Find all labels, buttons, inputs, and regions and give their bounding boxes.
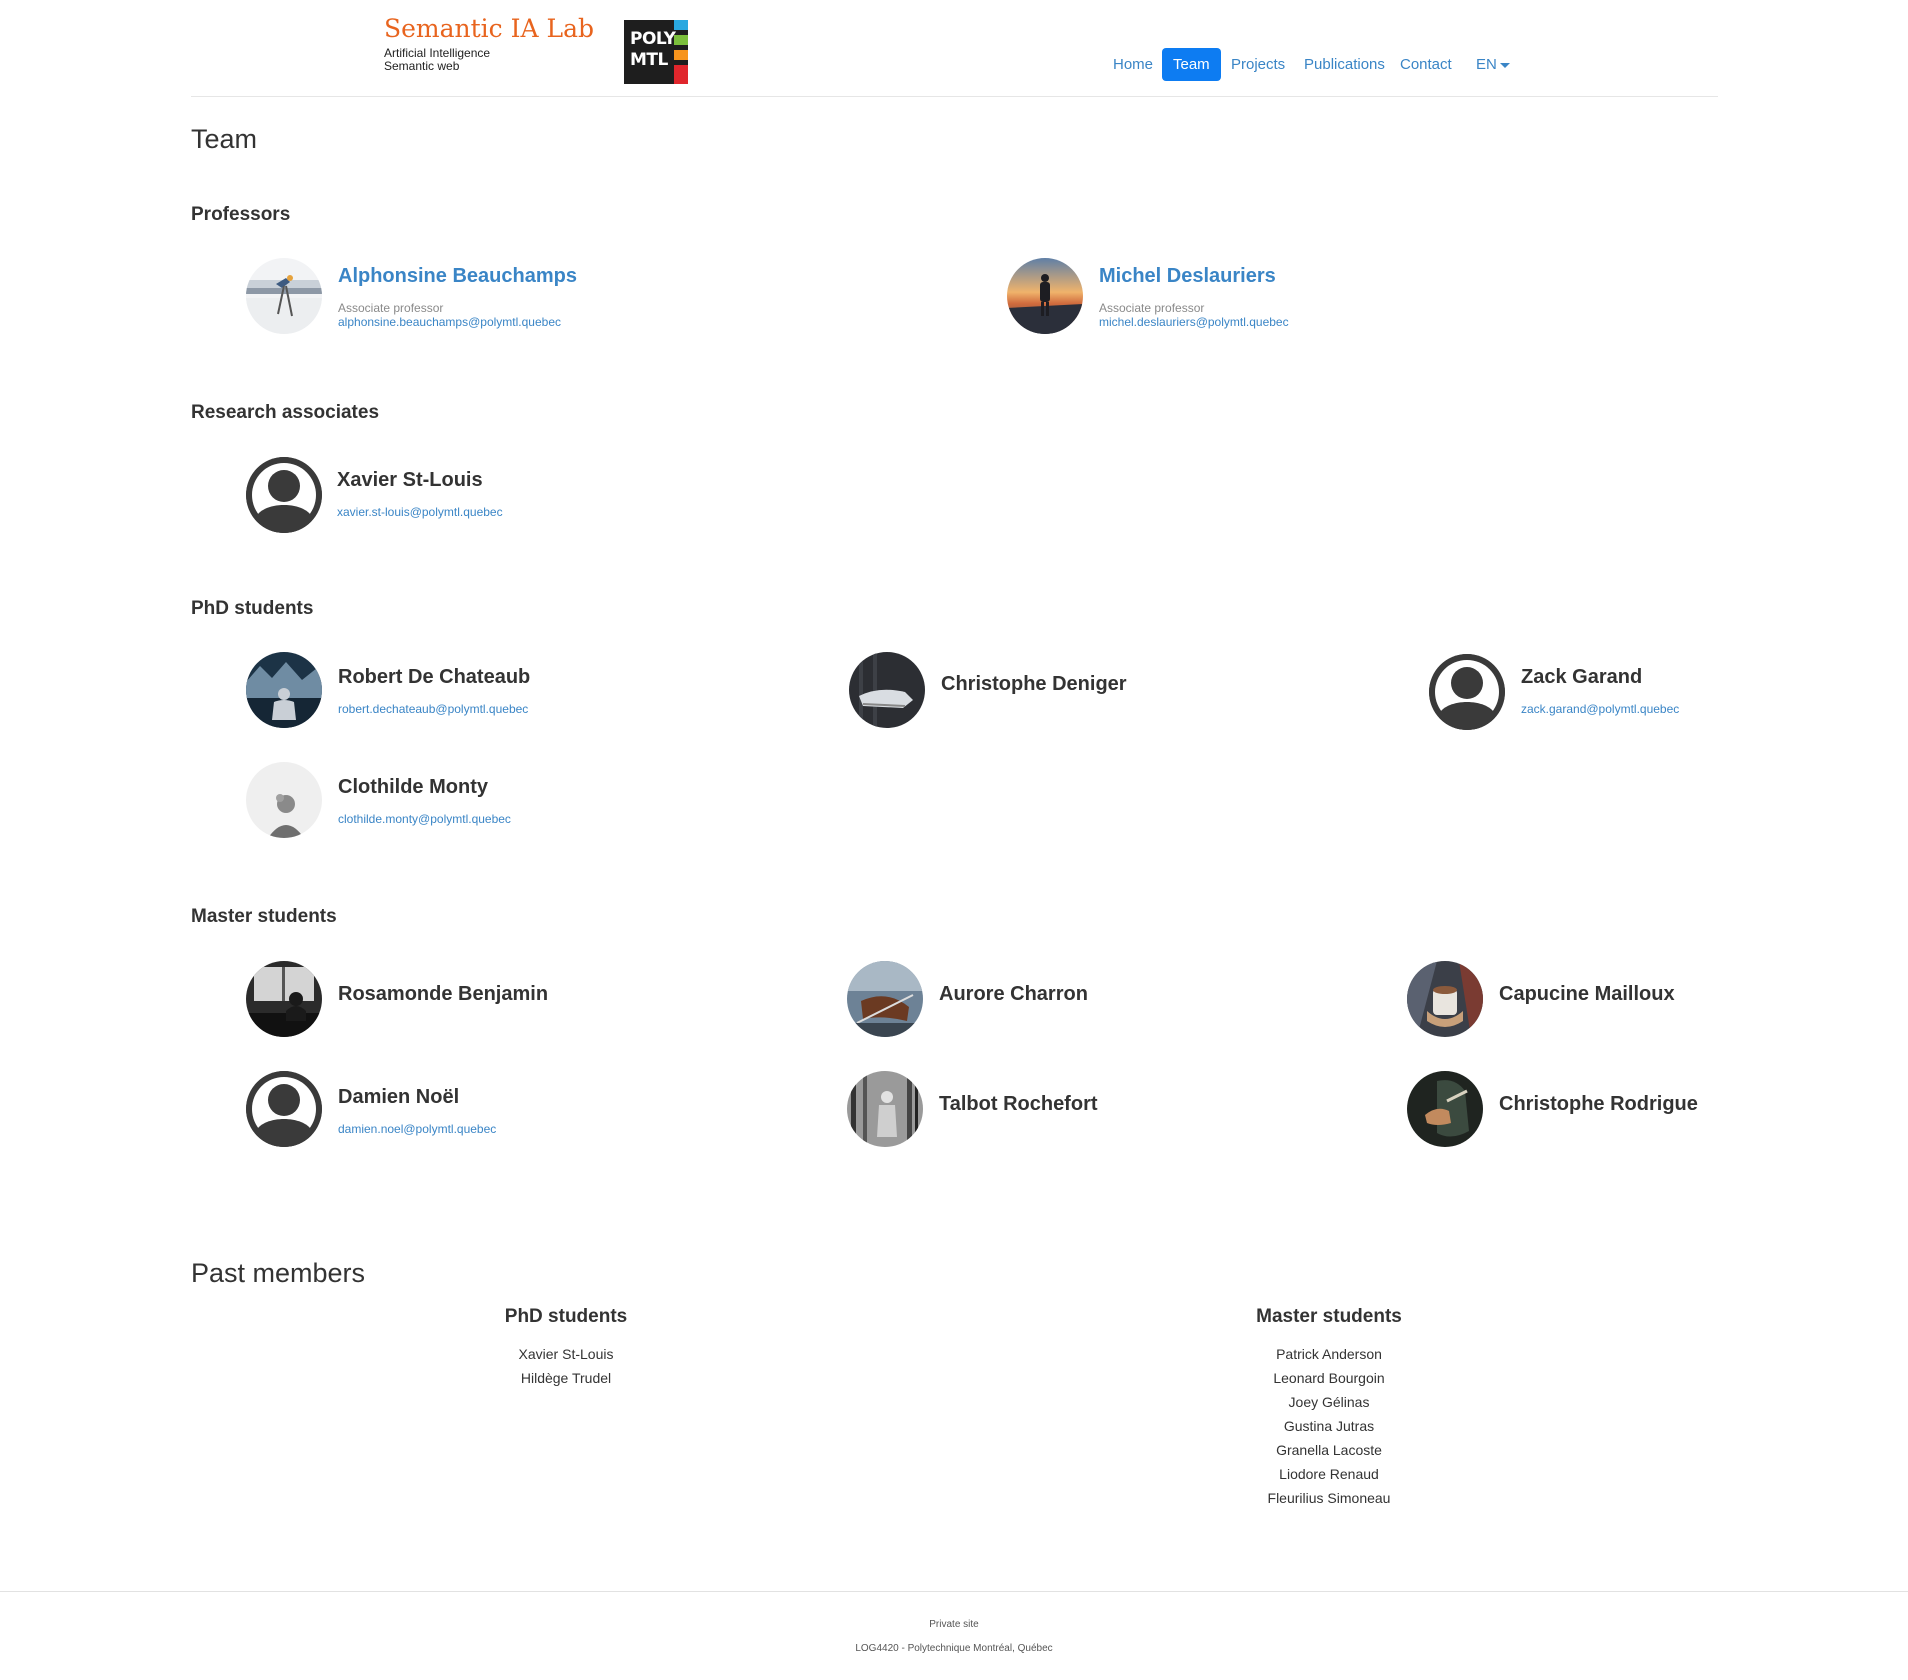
nav-publications[interactable]: Publications — [1293, 48, 1396, 81]
past-master-list: Patrick Anderson Leonard Bourgoin Joey G… — [1129, 1342, 1529, 1510]
person-email[interactable]: alphonsine.beauchamps@polymtl.quebec — [338, 315, 561, 329]
person-name: Zack Garand — [1521, 666, 1643, 688]
person-name: Xavier St-Louis — [337, 469, 483, 491]
avatar — [1407, 961, 1483, 1037]
header-divider — [191, 96, 1718, 97]
nav-projects[interactable]: Projects — [1220, 48, 1296, 81]
list-item: Fleurilius Simoneau — [1267, 1490, 1391, 1506]
polymtl-logo[interactable]: POLY MTL — [624, 20, 688, 84]
person-role: Associate professor — [1099, 301, 1205, 315]
page-title: Team — [191, 124, 258, 154]
logo-bar — [674, 35, 688, 45]
avatar — [246, 258, 322, 334]
person-name[interactable]: Alphonsine Beauchamps — [338, 265, 577, 288]
list-item: Hildège Trudel — [520, 1370, 612, 1386]
person-name: Aurore Charron — [939, 983, 1088, 1005]
person-name: Christophe Deniger — [941, 673, 1127, 695]
person-name: Christophe Rodrigue — [1499, 1093, 1698, 1115]
brand-subtitle: Semantic web — [384, 59, 460, 73]
brand-subtitle: Artificial Intelligence — [384, 46, 491, 60]
person-name: Robert De Chateaub — [338, 666, 531, 688]
default-user-icon — [246, 457, 322, 533]
language-dropdown[interactable]: EN — [1465, 48, 1521, 81]
avatar — [246, 762, 322, 838]
person-role: Associate professor — [338, 301, 444, 315]
person-email[interactable]: clothilde.monty@polymtl.quebec — [338, 812, 511, 826]
list-item: Leonard Bourgoin — [1273, 1370, 1385, 1386]
list-item: Joey Gélinas — [1288, 1394, 1370, 1410]
section-title-phd: PhD students — [191, 598, 314, 619]
list-item: Patrick Anderson — [1276, 1346, 1382, 1362]
person-name: Capucine Mailloux — [1499, 983, 1675, 1005]
past-phd-list: Xavier St-Louis Hildège Trudel — [366, 1342, 766, 1390]
logo-bar — [674, 20, 688, 30]
avatar — [1007, 258, 1083, 334]
person-email[interactable]: michel.deslauriers@polymtl.quebec — [1099, 315, 1289, 329]
person-email[interactable]: xavier.st-louis@polymtl.quebec — [337, 505, 503, 519]
person-email[interactable]: robert.dechateaub@polymtl.quebec — [338, 702, 528, 716]
person-name: Talbot Rochefort — [939, 1093, 1098, 1115]
footer-line: LOG4420 - Polytechnique Montréal, Québec — [855, 1643, 1053, 1654]
list-item: Granella Lacoste — [1276, 1442, 1382, 1458]
avatar — [246, 652, 322, 728]
language-label: EN — [1476, 56, 1497, 73]
person-name: Rosamonde Benjamin — [338, 983, 549, 1005]
caret-down-icon — [1499, 62, 1510, 68]
logo-text: MTL — [630, 50, 668, 70]
past-phd-title: PhD students — [504, 1306, 628, 1327]
footer-divider — [0, 1591, 1908, 1592]
section-title-research-associates: Research associates — [191, 402, 380, 423]
nav-contact[interactable]: Contact — [1389, 48, 1463, 81]
person-name[interactable]: Michel Deslauriers — [1099, 265, 1276, 288]
brand-title[interactable]: Semantic IA Lab — [384, 14, 594, 43]
section-title-professors: Professors — [191, 204, 291, 225]
nav-home[interactable]: Home — [1102, 48, 1164, 81]
past-members-title: Past members — [191, 1258, 366, 1288]
section-title-master: Master students — [191, 906, 337, 927]
default-user-icon — [246, 1071, 322, 1147]
nav-team[interactable]: Team — [1162, 48, 1221, 81]
footer-line: Private site — [929, 1619, 979, 1630]
logo-bar — [674, 65, 688, 84]
list-item: Liodore Renaud — [1279, 1466, 1379, 1482]
avatar — [847, 1071, 923, 1147]
logo-bar — [674, 50, 688, 60]
avatar — [246, 961, 322, 1037]
avatar — [849, 652, 925, 728]
avatar — [1407, 1071, 1483, 1147]
list-item: Gustina Jutras — [1283, 1418, 1375, 1434]
logo-text: POLY — [630, 29, 676, 49]
person-name: Damien Noël — [338, 1086, 460, 1108]
avatar — [847, 961, 923, 1037]
person-email[interactable]: zack.garand@polymtl.quebec — [1521, 702, 1679, 716]
person-email[interactable]: damien.noel@polymtl.quebec — [338, 1122, 496, 1136]
default-user-icon — [1429, 654, 1505, 730]
person-name: Clothilde Monty — [338, 776, 488, 798]
list-item: Xavier St-Louis — [518, 1346, 614, 1362]
past-master-title: Master students — [1256, 1306, 1402, 1327]
